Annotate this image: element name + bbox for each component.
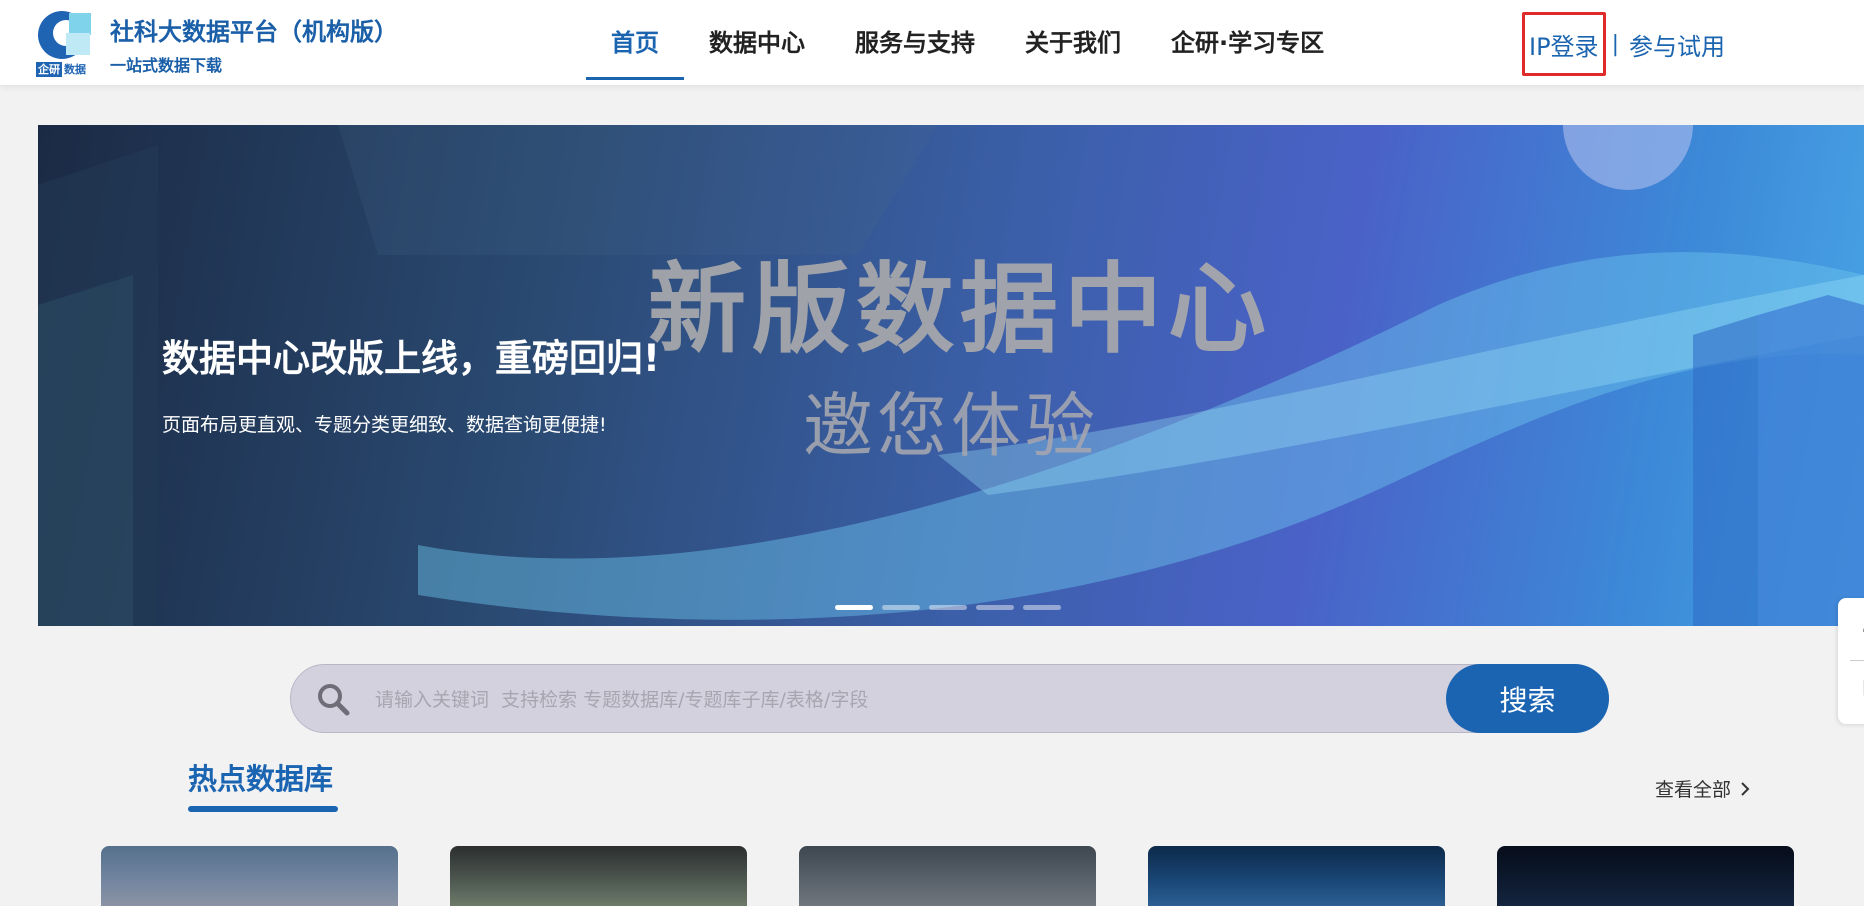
banner-description: 页面布局更直观、专题分类更细致、数据查询更便捷! <box>162 414 607 436</box>
logo-badge: 企研 数据 <box>36 62 94 77</box>
floating-side-toolbar[interactable]: ◠ ▯ <box>1838 598 1864 724</box>
site-title: 社科大数据平台（机构版） <box>110 18 398 46</box>
nav-item-home[interactable]: 首页 <box>586 0 684 85</box>
database-card[interactable] <box>1497 846 1794 906</box>
banner-bg-subtitle: 邀您体验 <box>803 385 1099 467</box>
carousel-indicators <box>835 605 1061 610</box>
database-card[interactable] <box>450 846 747 906</box>
chevron-right-icon <box>1741 781 1750 796</box>
carousel-dot[interactable] <box>976 605 1014 610</box>
logo-badge-left: 企研 <box>36 62 62 77</box>
search-icon <box>318 684 350 716</box>
site-logo[interactable]: 企研 数据 <box>36 9 94 79</box>
nav-item-service-support[interactable]: 服务与支持 <box>830 0 1000 85</box>
logo-icon <box>38 11 91 59</box>
side-toolbar-divider <box>1850 660 1864 661</box>
hero-banner[interactable]: 新版数据中心 邀您体验 数据中心改版上线，重磅回归! 页面布局更直观、专题分类更… <box>38 125 1864 626</box>
top-header: 企研 数据 社科大数据平台（机构版） 一站式数据下载 首页 数据中心 服务与支持… <box>0 0 1864 85</box>
database-card[interactable] <box>1148 846 1445 906</box>
search-button[interactable]: 搜索 <box>1446 664 1609 733</box>
logo-badge-right: 数据 <box>64 63 86 76</box>
nav-item-data-center[interactable]: 数据中心 <box>684 0 830 85</box>
main-nav: 首页 数据中心 服务与支持 关于我们 企研·学习专区 <box>586 0 1349 85</box>
search-input[interactable] <box>373 665 1427 734</box>
database-card[interactable] <box>799 846 1096 906</box>
banner-bg-title: 新版数据中心 <box>648 253 1273 367</box>
trial-link[interactable]: 参与试用 <box>1629 27 1725 62</box>
view-all-label: 查看全部 <box>1655 779 1732 801</box>
carousel-dot[interactable] <box>929 605 967 610</box>
view-all-link[interactable]: 查看全部 <box>1655 775 1750 802</box>
hot-database-cards <box>101 846 1794 906</box>
hot-databases-title: 热点数据库 <box>188 762 334 796</box>
search-bar: 搜索 <box>290 664 1609 734</box>
ip-login-link[interactable]: IP登录 <box>1522 12 1606 76</box>
nav-item-about-us[interactable]: 关于我们 <box>1000 0 1146 85</box>
section-title-underline <box>188 806 338 812</box>
carousel-dot[interactable] <box>1023 605 1061 610</box>
banner-headline: 数据中心改版上线，重磅回归! <box>162 337 660 380</box>
auth-separator: | <box>1611 31 1619 57</box>
database-card[interactable] <box>101 846 398 906</box>
nav-item-learning-zone[interactable]: 企研·学习专区 <box>1146 0 1349 85</box>
site-subtitle: 一站式数据下载 <box>110 56 223 75</box>
carousel-dot[interactable] <box>835 605 873 610</box>
carousel-dot[interactable] <box>882 605 920 610</box>
auth-links: IP登录 | 参与试用 <box>1522 12 1725 76</box>
